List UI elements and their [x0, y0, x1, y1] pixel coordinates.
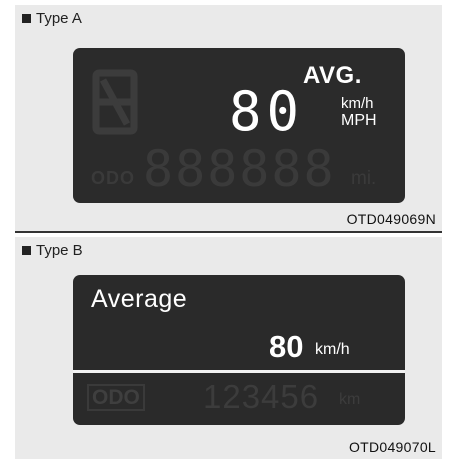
bullet-square-icon [22, 246, 31, 255]
odo-label: ODO [91, 168, 136, 188]
type-a-display-screen: AVG. 80 km/h MPH ODO 888888 mi. [73, 48, 405, 203]
bullet-square-icon [22, 14, 31, 23]
avg-label: AVG. [303, 62, 362, 89]
average-speed-value: 80 [229, 80, 305, 143]
speed-unit: km/h [315, 341, 350, 358]
section-divider [15, 231, 442, 233]
average-title: Average [91, 285, 188, 313]
type-b-panel: Type B Average 80 km/h ODO 123456 km OTD… [15, 237, 442, 459]
odometer-unit: km [339, 391, 361, 408]
type-a-label-text: Type A [36, 10, 82, 27]
type-b-figure-code: OTD049070L [348, 439, 436, 455]
odometer-unit: mi. [351, 168, 377, 189]
type-a-figure-code: OTD049069N [346, 211, 436, 227]
odo-label: ODO [87, 384, 145, 412]
average-speed-value: 80 [269, 329, 304, 364]
type-b-display-screen: Average 80 km/h ODO 123456 km [73, 275, 405, 425]
type-a-label: Type A [22, 10, 82, 27]
unit-mph-label: MPH [341, 112, 377, 129]
unit-km-label: km/h [341, 95, 374, 112]
odometer-ghost-digits: 888888 [143, 140, 336, 198]
fuel-gauge-ghost-icon [92, 69, 138, 135]
type-b-label-text: Type B [36, 242, 83, 259]
odometer-ghost-digits: 123456 [203, 378, 320, 415]
type-a-panel: Type A AVG. 80 km/h MPH ODO 888888 mi. O… [15, 5, 442, 231]
type-b-label: Type B [22, 242, 83, 259]
display-divider-line [73, 370, 405, 373]
